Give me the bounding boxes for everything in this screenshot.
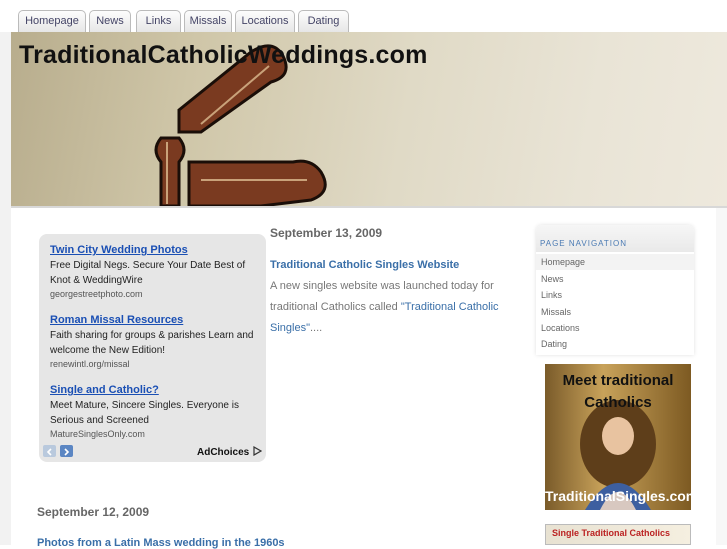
adchoices-label: AdChoices: [197, 447, 250, 458]
ad-item[interactable]: Roman Missal Resources Faith sharing for…: [50, 313, 260, 370]
site-header: TraditionalCatholicWeddings.com: [11, 32, 727, 206]
site-title[interactable]: TraditionalCatholicWeddings.com: [19, 41, 428, 70]
tab-missals[interactable]: Missals: [184, 10, 232, 32]
nav-item-news[interactable]: News: [536, 271, 694, 287]
nav-item-dating[interactable]: Dating: [536, 336, 694, 352]
nav-item-locations[interactable]: Locations: [536, 320, 694, 336]
post-body: A new singles website was launched today…: [270, 276, 500, 339]
banner2-headline: Single Traditional Catholics: [552, 528, 671, 538]
ad-headline[interactable]: Twin City Wedding Photos: [50, 243, 260, 257]
ad-next-button[interactable]: [60, 445, 73, 457]
tab-homepage[interactable]: Homepage: [18, 10, 86, 32]
nav-item-links[interactable]: Links: [536, 287, 694, 303]
traditional-singles-banner[interactable]: Meet traditional Catholics TraditionalSi…: [545, 364, 691, 510]
left-margin: [0, 32, 11, 545]
post-title-link[interactable]: Photos from a Latin Mass wedding in the …: [37, 537, 285, 549]
top-tab-bar: Homepage News Links Missals Locations Da…: [0, 0, 727, 32]
post-date: September 12, 2009: [37, 505, 150, 519]
nav-item-homepage[interactable]: Homepage: [536, 254, 694, 270]
ad-headline[interactable]: Roman Missal Resources: [50, 313, 260, 327]
tab-dating[interactable]: Dating: [298, 10, 349, 32]
banner-site-name: TraditionalSingles.com: [545, 488, 691, 504]
tab-links[interactable]: Links: [136, 10, 181, 32]
ad-item[interactable]: Single and Catholic? Meet Mature, Sincer…: [50, 383, 260, 440]
arrow-left-icon: [46, 448, 52, 456]
ad-description: Faith sharing for groups & parishes Lear…: [50, 330, 254, 356]
adchoices-link[interactable]: AdChoices: [197, 445, 263, 458]
post-date: September 13, 2009: [270, 226, 383, 240]
page-navigation: PAGE NAVIGATION Homepage News Links Miss…: [536, 225, 694, 355]
tab-locations[interactable]: Locations: [235, 10, 295, 32]
ad-headline[interactable]: Single and Catholic?: [50, 383, 260, 397]
play-triangle-icon: [253, 445, 263, 457]
ad-url[interactable]: renewintl.org/missal: [50, 358, 260, 370]
post-title-link[interactable]: Traditional Catholic Singles Website: [270, 259, 459, 271]
ad-url[interactable]: georgestreetphoto.com: [50, 288, 260, 300]
tab-news[interactable]: News: [89, 10, 131, 32]
single-traditional-catholics-banner[interactable]: Single Traditional Catholics: [545, 524, 691, 545]
page-navigation-heading: PAGE NAVIGATION: [536, 225, 694, 252]
ad-description: Free Digital Negs. Secure Your Date Best…: [50, 260, 246, 286]
post-body-ellipsis: ....: [309, 322, 323, 334]
ad-prev-button[interactable]: [43, 445, 56, 457]
banner-headline: Meet traditional Catholics: [562, 372, 674, 411]
nav-item-missals[interactable]: Missals: [536, 304, 694, 320]
ad-url[interactable]: MatureSinglesOnly.com: [50, 428, 260, 440]
ad-block: Twin City Wedding Photos Free Digital Ne…: [39, 234, 266, 462]
arrow-right-icon: [64, 448, 70, 456]
header-divider: [11, 206, 727, 208]
ad-description: Meet Mature, Sincere Singles. Everyone i…: [50, 400, 239, 426]
ad-item[interactable]: Twin City Wedding Photos Free Digital Ne…: [50, 243, 260, 300]
right-margin: [716, 206, 727, 545]
